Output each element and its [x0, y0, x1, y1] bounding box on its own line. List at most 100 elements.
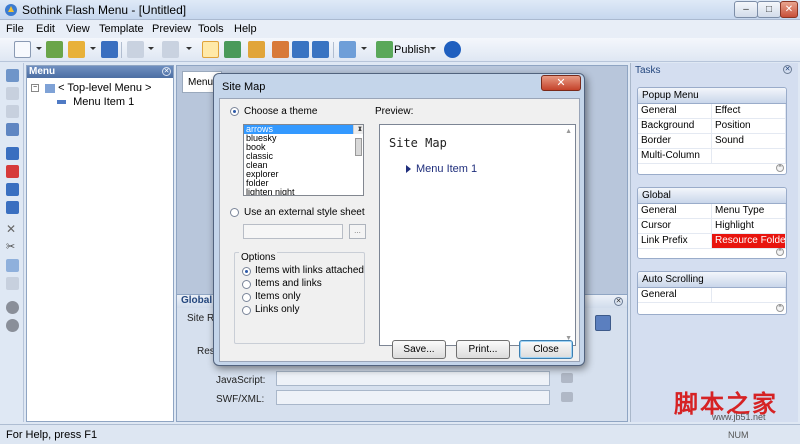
insert-separator-icon[interactable] [6, 165, 19, 178]
external-css-radio[interactable] [230, 208, 239, 217]
task-link[interactable]: Cursor [638, 219, 712, 234]
task-link[interactable]: Effect [712, 104, 786, 119]
preview-scroll-up-icon[interactable]: ▲ [565, 128, 572, 135]
sitemap-icon[interactable] [595, 315, 611, 331]
new-file-icon[interactable] [14, 41, 31, 58]
task-link[interactable]: Border [638, 134, 712, 149]
option-radio[interactable] [242, 306, 251, 315]
save-icon[interactable] [101, 41, 118, 58]
delete-item-icon[interactable] [312, 41, 329, 58]
task-link[interactable]: Position [712, 119, 786, 134]
task-link[interactable]: Multi-Column [638, 149, 712, 164]
option-label[interactable]: Items and links [255, 278, 322, 289]
external-css-label[interactable]: Use an external style sheet [244, 207, 365, 218]
close-window-button[interactable]: ✕ [780, 1, 798, 18]
redo-icon[interactable] [162, 41, 179, 58]
menu-panel-icon[interactable] [6, 69, 19, 82]
publish-button[interactable]: Publish [394, 44, 430, 56]
minimize-button[interactable]: – [734, 1, 758, 18]
scroll-down-icon[interactable]: ▼ [354, 125, 363, 134]
undo-icon[interactable] [127, 41, 144, 58]
open-dropdown-icon[interactable] [90, 47, 96, 50]
undo-dropdown-icon[interactable] [148, 47, 154, 50]
collapse-group-icon[interactable]: ^ [776, 304, 784, 312]
paste-icon[interactable] [6, 277, 19, 290]
collapse-group-icon[interactable]: ^ [776, 164, 784, 172]
folder-icon[interactable] [561, 392, 573, 402]
tree-root[interactable]: − < Top-level Menu > [31, 82, 151, 94]
print-button[interactable]: Print... [456, 340, 510, 359]
task-link[interactable]: Sound [712, 134, 786, 149]
redo-dropdown-icon[interactable] [186, 47, 192, 50]
preview-icon[interactable] [339, 41, 356, 58]
close-button[interactable]: Close [519, 340, 573, 359]
publish-icon[interactable] [376, 41, 393, 58]
close-panel-icon[interactable]: ✕ [162, 67, 171, 76]
insert-after-icon[interactable] [6, 183, 19, 196]
task-link[interactable]: Background [638, 119, 712, 134]
collapse-toggle-icon[interactable]: − [31, 84, 39, 93]
css-path-field[interactable] [243, 224, 343, 239]
properties-icon[interactable] [248, 41, 265, 58]
theme-list[interactable]: arrows bluesky book classic clean explor… [243, 124, 364, 196]
task-link[interactable]: Highlight [712, 219, 786, 234]
save-button[interactable]: Save... [392, 340, 446, 359]
folder-icon[interactable] [561, 373, 573, 383]
cut-icon[interactable]: ✂ [6, 241, 19, 254]
item-icon[interactable] [6, 87, 19, 100]
menu-help[interactable]: Help [234, 23, 257, 35]
tree-item[interactable]: Menu Item 1 [57, 96, 134, 108]
copy-icon[interactable] [6, 259, 19, 272]
subitem-icon[interactable] [6, 105, 19, 118]
move-down-icon[interactable] [6, 319, 19, 332]
menu-tools[interactable]: Tools [198, 23, 224, 35]
task-link[interactable]: General [638, 104, 712, 119]
option-radio[interactable] [242, 293, 251, 302]
new-dropdown-icon[interactable] [36, 47, 42, 50]
close-tasks-icon[interactable]: ✕ [783, 65, 792, 74]
dialog-close-icon[interactable]: ✕ [541, 75, 581, 91]
refresh-icon[interactable] [224, 41, 241, 58]
close-global-icon[interactable]: ✕ [614, 297, 623, 306]
task-link[interactable]: General [638, 204, 712, 219]
option-radio[interactable] [242, 280, 251, 289]
insert-child-side-icon[interactable] [6, 201, 19, 214]
preview-dropdown-icon[interactable] [361, 47, 367, 50]
collapse-group-icon[interactable]: ^ [776, 248, 784, 256]
panel-layout-icon[interactable] [202, 41, 219, 58]
browse-button[interactable]: ... [349, 224, 366, 239]
task-link-highlighted[interactable]: Resource Folder [712, 234, 786, 249]
insert-child-icon[interactable] [292, 41, 309, 58]
task-link[interactable]: General [638, 288, 712, 303]
javascript-field[interactable] [276, 371, 550, 386]
menu-template[interactable]: Template [99, 23, 144, 35]
option-label[interactable]: Items with links attached [255, 265, 364, 276]
insert-item-icon[interactable] [272, 41, 289, 58]
menu-file[interactable]: File [6, 23, 24, 35]
publish-dropdown-icon[interactable] [430, 47, 436, 50]
menu-preview[interactable]: Preview [152, 23, 191, 35]
move-up-icon[interactable] [6, 301, 19, 314]
menu-view[interactable]: View [66, 23, 90, 35]
choose-theme-label[interactable]: Choose a theme [244, 106, 317, 117]
popup-icon[interactable] [6, 123, 19, 136]
maximize-button[interactable]: □ [757, 1, 781, 18]
option-label[interactable]: Items only [255, 291, 301, 302]
task-link[interactable]: Menu Type [712, 204, 786, 219]
open-template-icon[interactable] [46, 41, 63, 58]
delete-icon[interactable]: ✕ [6, 223, 19, 236]
choose-theme-radio[interactable] [230, 107, 239, 116]
insert-before-icon[interactable] [6, 147, 19, 160]
option-label[interactable]: Links only [255, 304, 299, 315]
scroll-thumb[interactable] [355, 138, 362, 156]
open-file-icon[interactable] [68, 41, 85, 58]
swfxml-field[interactable] [276, 390, 550, 405]
menu-edit[interactable]: Edit [36, 23, 55, 35]
task-link[interactable]: Link Prefix [638, 234, 712, 249]
help-icon[interactable] [444, 41, 461, 58]
theme-list-scrollbar[interactable]: ▲ ▼ [353, 125, 363, 156]
preview-menu-item[interactable]: Menu Item 1 [416, 163, 477, 175]
theme-option[interactable]: lighten night [244, 188, 363, 196]
option-radio[interactable] [242, 267, 251, 276]
tasks-pane: Tasks ✕ Popup Menu General Effect Backgr… [630, 63, 798, 422]
